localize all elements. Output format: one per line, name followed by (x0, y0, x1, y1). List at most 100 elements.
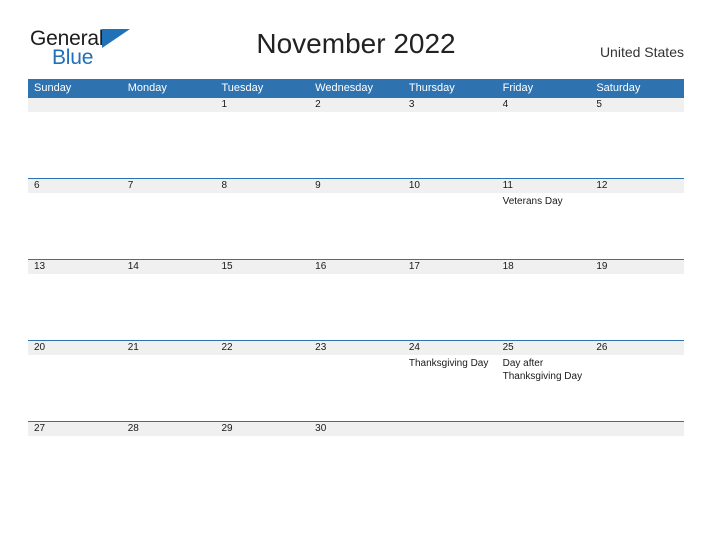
event-label: Thanksgiving Day (408, 358, 489, 369)
day-cell[interactable] (28, 355, 122, 421)
day-cell[interactable] (590, 274, 684, 340)
day-number[interactable] (497, 422, 591, 436)
day-number[interactable]: 8 (215, 179, 309, 193)
weekday-header-saturday: Saturday (596, 82, 641, 94)
day-number[interactable]: 4 (497, 98, 591, 112)
day-number[interactable]: 10 (403, 179, 497, 193)
week-row: 6 7 8 9 10 11 12 Veterans Day (28, 178, 684, 259)
week-row: 1 2 3 4 5 (28, 97, 684, 178)
day-cell[interactable] (403, 436, 497, 454)
day-number[interactable]: 25 (497, 341, 591, 355)
week-row: 20 21 22 23 24 25 26 Thanksgiving Day Da… (28, 340, 684, 421)
calendar-page: General Blue November 2022 United States… (0, 0, 712, 550)
day-number[interactable] (403, 422, 497, 436)
day-number[interactable]: 6 (28, 179, 122, 193)
day-cell[interactable] (590, 193, 684, 259)
day-cell[interactable] (403, 193, 497, 259)
week-date-strip: 6 7 8 9 10 11 12 (28, 178, 684, 193)
day-cell[interactable] (590, 112, 684, 178)
day-cell[interactable] (309, 274, 403, 340)
page-header: General Blue November 2022 United States (0, 0, 712, 78)
week-event-area (28, 274, 684, 340)
day-number[interactable]: 3 (403, 98, 497, 112)
day-cell-day-after-thanksgiving[interactable]: Day after Thanksgiving Day (497, 355, 591, 421)
day-cell[interactable] (309, 436, 403, 454)
day-cell[interactable] (497, 436, 591, 454)
weekday-header-thursday: Thursday (408, 82, 455, 94)
day-number[interactable]: 24 (403, 341, 497, 355)
day-number[interactable]: 9 (309, 179, 403, 193)
day-cell-thanksgiving-day[interactable]: Thanksgiving Day (403, 355, 497, 421)
day-number[interactable] (28, 98, 122, 112)
day-number[interactable]: 16 (309, 260, 403, 274)
day-number[interactable]: 23 (309, 341, 403, 355)
day-cell[interactable] (403, 274, 497, 340)
day-cell[interactable] (122, 112, 216, 178)
weekday-header-row: Sunday Monday Tuesday Wednesday Thursday… (28, 79, 684, 97)
day-number[interactable]: 20 (28, 341, 122, 355)
week-event-area (28, 436, 684, 454)
weekday-header-tuesday: Tuesday (221, 82, 264, 94)
day-number[interactable]: 18 (497, 260, 591, 274)
weekday-header-monday: Monday (127, 82, 167, 94)
day-number[interactable]: 11 (497, 179, 591, 193)
day-number[interactable] (590, 422, 684, 436)
day-number[interactable]: 13 (28, 260, 122, 274)
day-number[interactable]: 2 (309, 98, 403, 112)
day-cell[interactable] (309, 355, 403, 421)
day-cell[interactable] (309, 193, 403, 259)
week-date-strip: 13 14 15 16 17 18 19 (28, 259, 684, 274)
day-number[interactable]: 30 (309, 422, 403, 436)
day-number[interactable]: 28 (122, 422, 216, 436)
day-number[interactable]: 26 (590, 341, 684, 355)
day-cell[interactable] (497, 112, 591, 178)
day-cell[interactable] (28, 112, 122, 178)
day-number[interactable]: 7 (122, 179, 216, 193)
day-cell[interactable] (309, 112, 403, 178)
day-cell[interactable] (122, 193, 216, 259)
day-cell[interactable] (28, 436, 122, 454)
calendar-grid: Sunday Monday Tuesday Wednesday Thursday… (28, 79, 684, 454)
day-cell[interactable] (590, 355, 684, 421)
day-number[interactable]: 21 (122, 341, 216, 355)
day-cell-veterans-day[interactable]: Veterans Day (497, 193, 591, 259)
week-event-area: Thanksgiving Day Day after Thanksgiving … (28, 355, 684, 421)
weekday-header-sunday: Sunday (34, 82, 72, 94)
day-cell[interactable] (122, 436, 216, 454)
day-number[interactable]: 22 (215, 341, 309, 355)
day-cell[interactable] (215, 355, 309, 421)
day-number[interactable]: 29 (215, 422, 309, 436)
week-date-strip: 1 2 3 4 5 (28, 97, 684, 112)
day-cell[interactable] (590, 436, 684, 454)
day-number[interactable]: 27 (28, 422, 122, 436)
day-number[interactable]: 17 (403, 260, 497, 274)
week-event-area (28, 112, 684, 178)
day-cell[interactable] (215, 274, 309, 340)
day-cell[interactable] (403, 112, 497, 178)
week-row: 27 28 29 30 (28, 421, 684, 454)
week-date-strip: 27 28 29 30 (28, 421, 684, 436)
day-cell[interactable] (122, 274, 216, 340)
day-number[interactable]: 19 (590, 260, 684, 274)
event-label: Veterans Day (502, 196, 563, 207)
day-number[interactable]: 5 (590, 98, 684, 112)
event-label: Day after Thanksgiving Day (502, 358, 583, 382)
day-cell[interactable] (28, 274, 122, 340)
day-cell[interactable] (497, 274, 591, 340)
week-row: 13 14 15 16 17 18 19 (28, 259, 684, 340)
week-event-area: Veterans Day (28, 193, 684, 259)
day-number[interactable]: 1 (215, 98, 309, 112)
weekday-header-wednesday: Wednesday (315, 82, 374, 94)
day-cell[interactable] (122, 355, 216, 421)
week-date-strip: 20 21 22 23 24 25 26 (28, 340, 684, 355)
country-label: United States (599, 44, 684, 60)
day-cell[interactable] (215, 193, 309, 259)
day-number[interactable]: 14 (122, 260, 216, 274)
day-number[interactable]: 15 (215, 260, 309, 274)
day-cell[interactable] (28, 193, 122, 259)
weekday-header-friday: Friday (502, 82, 534, 94)
day-cell[interactable] (215, 436, 309, 454)
day-number[interactable]: 12 (590, 179, 684, 193)
day-number[interactable] (122, 98, 216, 112)
day-cell[interactable] (215, 112, 309, 178)
